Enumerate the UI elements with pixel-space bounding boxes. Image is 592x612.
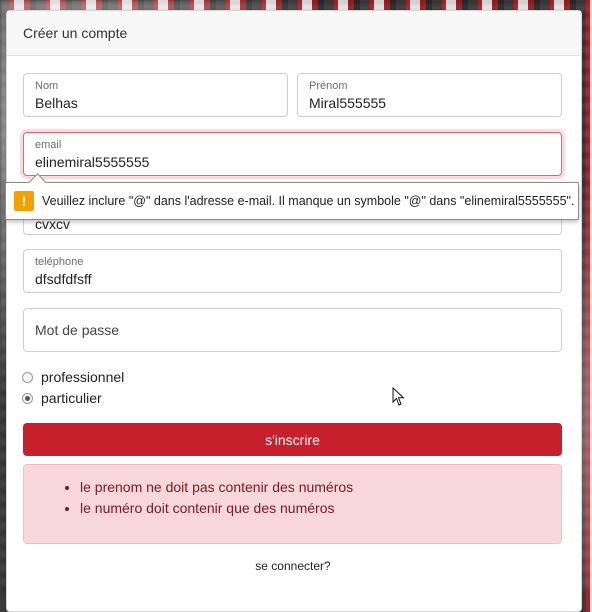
radio-professionnel[interactable]: professionnel bbox=[22, 369, 124, 385]
prenom-field[interactable]: Prénom Miral555555 bbox=[297, 73, 562, 117]
tooltip-message: Veuillez inclure "@" dans l'adresse e-ma… bbox=[42, 194, 575, 208]
password-placeholder: Mot de passe bbox=[35, 322, 120, 338]
radio-professionnel-label: professionnel bbox=[41, 369, 125, 385]
radio-particulier[interactable]: particulier bbox=[22, 390, 102, 406]
error-item: le prenom ne doit pas contenir des numér… bbox=[80, 477, 561, 498]
email-label: email bbox=[35, 139, 62, 151]
warning-icon: ! bbox=[14, 191, 34, 211]
password-field[interactable]: Mot de passe bbox=[23, 308, 562, 352]
error-list: le prenom ne doit pas contenir des numér… bbox=[24, 477, 561, 519]
nom-field[interactable]: Nom Belhas bbox=[23, 73, 288, 117]
nom-label: Nom bbox=[35, 80, 59, 92]
email-value: elinemiral5555555 bbox=[35, 154, 150, 170]
radio-professionnel-circle[interactable] bbox=[22, 371, 33, 383]
validation-tooltip: ! Veuillez inclure "@" dans l'adresse e-… bbox=[5, 173, 579, 220]
card-title: Créer un compte bbox=[23, 25, 128, 41]
radio-particulier-circle[interactable] bbox=[22, 392, 33, 404]
mouse-cursor-icon bbox=[392, 387, 405, 406]
prenom-label: Prénom bbox=[309, 80, 348, 92]
telephone-field[interactable]: teléphone dfsdfdfsff bbox=[23, 249, 562, 293]
error-item: le numéro doit contenir que des numéros bbox=[80, 498, 561, 519]
telephone-value: dfsdfdfsff bbox=[35, 271, 92, 287]
signup-button-label: s'inscrire bbox=[265, 431, 320, 448]
signup-button[interactable]: s'inscrire bbox=[23, 423, 562, 456]
card-header: Créer un compte bbox=[7, 11, 581, 56]
radio-particulier-label: particulier bbox=[41, 390, 102, 406]
telephone-label: teléphone bbox=[35, 256, 84, 268]
email-field[interactable]: email elinemiral5555555 bbox=[23, 132, 562, 176]
prenom-value: Miral555555 bbox=[309, 95, 387, 111]
login-link[interactable]: se connecter? bbox=[0, 559, 586, 573]
nom-value: Belhas bbox=[35, 95, 78, 111]
error-alert: le prenom ne doit pas contenir des numér… bbox=[23, 464, 562, 544]
